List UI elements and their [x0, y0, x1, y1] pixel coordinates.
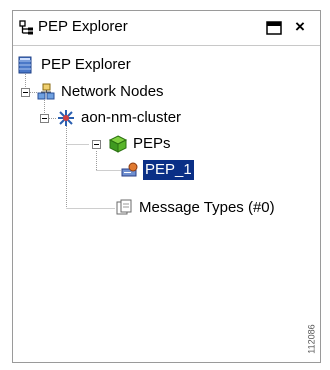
maximize-icon[interactable]: [266, 20, 282, 36]
tree-node-label: PEP Explorer: [41, 56, 131, 73]
expander-network-nodes[interactable]: [21, 88, 30, 97]
cluster-icon: [58, 110, 74, 126]
tree-node-label: PEPs: [133, 135, 171, 152]
pep-explorer-panel: PEP Explorer × PEP Explorer Network Node…: [12, 10, 321, 363]
tree-item-peps[interactable]: PEPs: [108, 134, 173, 154]
tree-node-label: Message Types (#0): [139, 199, 275, 216]
expander-cluster[interactable]: [40, 114, 49, 123]
peps-cube-icon: [108, 135, 128, 153]
tree-node-label: Network Nodes: [61, 83, 164, 100]
close-button[interactable]: ×: [292, 18, 308, 36]
tree-node-label: aon-nm-cluster: [81, 109, 182, 126]
message-types-icon: [116, 199, 132, 215]
tree-item-aon-nm-cluster[interactable]: aon-nm-cluster: [56, 108, 183, 128]
tree-item-message-types[interactable]: Message Types (#0): [114, 198, 277, 218]
figure-number: 112086: [307, 318, 325, 364]
expander-peps[interactable]: [92, 140, 101, 149]
pep-tree: PEP Explorer Network Nodes aon-nm-cluste…: [13, 46, 320, 362]
database-icon: [18, 56, 32, 74]
figure-number-text: 112086: [306, 324, 317, 354]
tree-item-network-nodes[interactable]: Network Nodes: [36, 82, 166, 102]
tree-root-pep-explorer[interactable]: PEP Explorer: [16, 55, 133, 75]
explorer-tree-icon: [19, 20, 33, 35]
panel-titlebar: PEP Explorer ×: [13, 11, 320, 46]
pep-node-icon: [121, 162, 138, 177]
tree-item-pep-1[interactable]: PEP_1: [120, 160, 194, 180]
network-nodes-icon: [37, 83, 55, 100]
panel-title: PEP Explorer: [38, 18, 128, 35]
tree-node-label: PEP_1: [143, 160, 194, 180]
